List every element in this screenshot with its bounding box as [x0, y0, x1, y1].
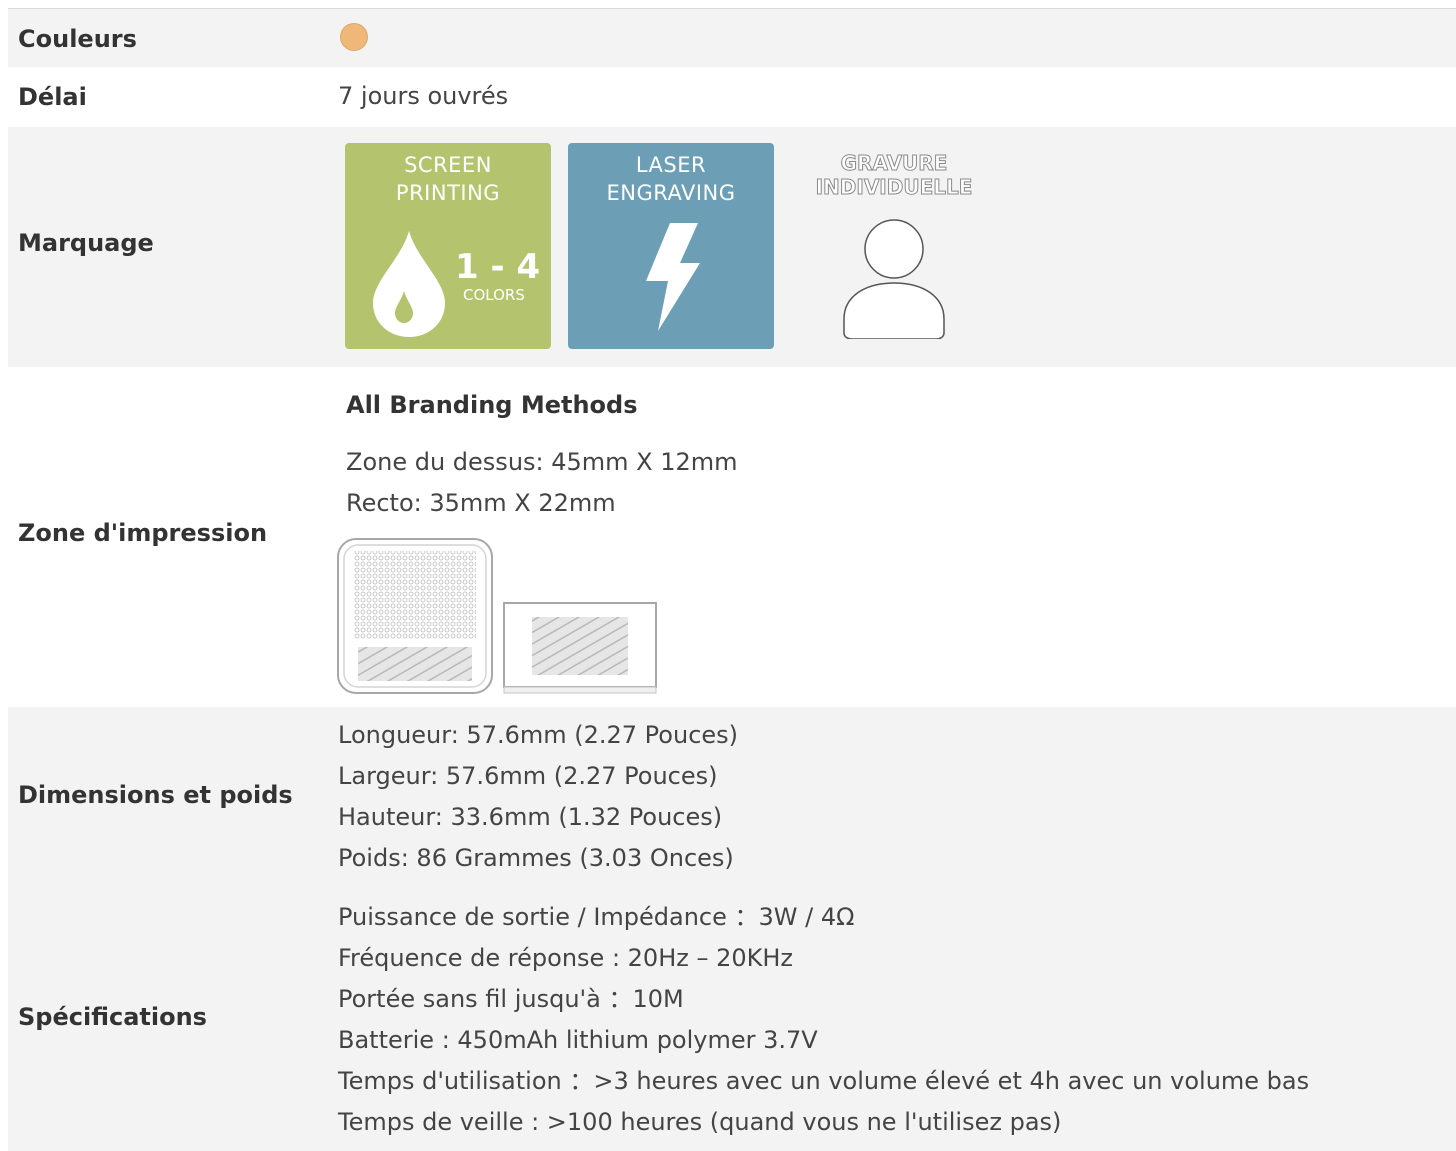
dimension-line: Hauteur: 33.6mm (1.32 Pouces) [338, 803, 723, 831]
dimension-line: Longueur: 57.6mm (2.27 Pouces) [338, 721, 739, 749]
individual-engraving-title-2: INDIVIDUELLE [815, 175, 973, 200]
individual-engraving-title-1: GRAVURE [840, 151, 948, 176]
screen-printing-title-1: SCREEN [404, 153, 492, 177]
spec-line: Batterie : 450mAh lithium polymer 3.7V [338, 1026, 818, 1054]
laser-engraving-title-2: ENGRAVING [606, 181, 736, 205]
laser-engraving-title-1: LASER [635, 153, 707, 177]
individual-engraving-badge[interactable]: GRAVURE INDIVIDUELLE [804, 151, 984, 351]
dimension-line: Largeur: 57.6mm (2.27 Pouces) [338, 762, 718, 790]
colors-label: Couleurs [18, 25, 137, 53]
print-area-lines: Zone du dessus: 45mm X 12mm Recto: 35mm … [346, 442, 738, 524]
spec-line: Portée sans fil jusqu'à ：10M [338, 985, 684, 1013]
row-specs: Spécifications Puissance de sortie / Imp… [8, 885, 1456, 1151]
laser-engraving-badge[interactable]: LASER ENGRAVING [568, 143, 774, 349]
lead-time-value: 7 jours ouvrés [338, 82, 509, 110]
row-print-area: Zone d'impression All Branding Methods Z… [8, 367, 1456, 707]
lead-time-label: Délai [18, 83, 87, 111]
print-area-label: Zone d'impression [18, 519, 268, 547]
specs-lines: Puissance de sortie / Impédance ：3W / 4Ω… [338, 897, 1309, 1143]
row-colors: Couleurs [8, 9, 1456, 67]
product-spec-table: Couleurs Délai 7 jours ouvrés Marquage S… [8, 8, 1456, 1151]
dimensions-lines: Longueur: 57.6mm (2.27 Pouces) Largeur: … [338, 715, 738, 879]
dimension-line: Poids: 86 Grammes (3.03 Onces) [338, 844, 734, 872]
print-area-heading: All Branding Methods [346, 391, 638, 419]
color-swatch[interactable] [340, 23, 368, 51]
branding-label: Marquage [18, 229, 154, 257]
person-icon [843, 219, 945, 339]
print-area-line: Zone du dessus: 45mm X 12mm [346, 448, 738, 476]
screen-printing-badge[interactable]: SCREEN PRINTING 1 - 4 COLORS [345, 143, 551, 349]
screen-printing-title-2: PRINTING [395, 181, 501, 205]
dimensions-label: Dimensions et poids [18, 781, 293, 809]
spec-line: Fréquence de réponse : 20Hz – 20KHz [338, 944, 794, 972]
specs-label: Spécifications [18, 1003, 207, 1031]
spec-line: Temps d'utilisation ：>3 heures avec un v… [338, 1067, 1310, 1095]
spec-line: Temps de veille : >100 heures (quand vou… [338, 1108, 1062, 1136]
spec-line: Puissance de sortie / Impédance ：3W / 4Ω [338, 903, 855, 931]
row-dimensions: Dimensions et poids Longueur: 57.6mm (2.… [8, 707, 1456, 885]
print-area-diagram [337, 538, 657, 694]
screen-printing-count: 1 - 4 [455, 247, 541, 287]
row-lead-time: Délai 7 jours ouvrés [8, 67, 1456, 127]
print-area-line: Recto: 35mm X 22mm [346, 489, 616, 517]
lightning-bolt-icon [646, 223, 700, 331]
ink-drop-icon [373, 231, 445, 337]
screen-printing-count-unit: COLORS [463, 286, 525, 304]
